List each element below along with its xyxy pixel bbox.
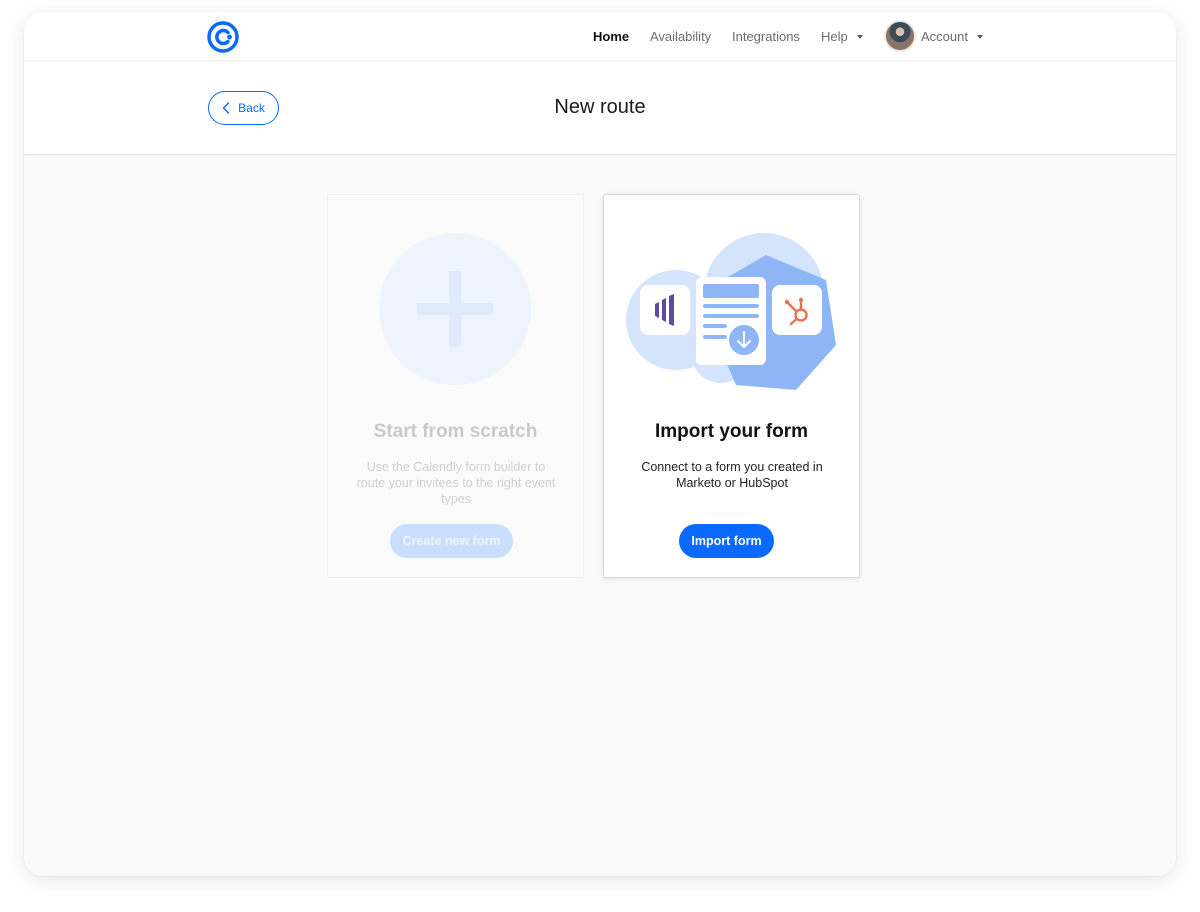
nav-account-label: Account <box>921 29 968 44</box>
import-illustration <box>626 233 836 390</box>
import-form-button[interactable]: Import form <box>679 524 774 558</box>
chevron-down-icon <box>856 35 863 39</box>
plus-icon <box>379 233 531 385</box>
scratch-card-description: Use the Calendly form builder to route y… <box>356 460 556 506</box>
nav-availability[interactable]: Availability <box>650 29 711 45</box>
top-navigation: Home Availability Integrations Help Acco… <box>24 12 1176 61</box>
nav-help-label: Help <box>821 29 848 44</box>
chevron-down-icon <box>976 35 983 39</box>
import-card-title: Import your form <box>654 421 809 442</box>
import-card-description: Connect to a form you created in Marketo… <box>641 460 823 490</box>
nav-home[interactable]: Home <box>593 29 629 45</box>
scratch-card-title: Start from scratch <box>373 421 538 442</box>
create-new-form-button: Create new form <box>390 524 513 558</box>
scratch-card: Start from scratch Use the Calendly form… <box>327 194 584 578</box>
avatar[interactable] <box>884 20 916 52</box>
calendly-logo-icon[interactable] <box>207 21 239 53</box>
app-window: Home Availability Integrations Help Acco… <box>24 12 1176 876</box>
page-header: Back New route <box>24 61 1176 155</box>
nav-integrations[interactable]: Integrations <box>732 29 800 45</box>
nav-help[interactable]: Help <box>821 29 863 45</box>
nav-account[interactable]: Account <box>921 29 983 45</box>
import-card[interactable]: Import your form Connect to a form you c… <box>603 194 860 578</box>
page-title: New route <box>554 96 646 118</box>
